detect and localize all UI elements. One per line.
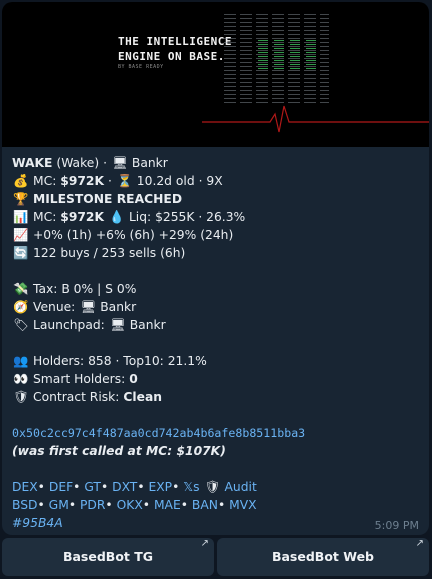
- compass-icon: 🧭: [13, 300, 29, 314]
- people-icon: 👥: [13, 354, 29, 368]
- link-gm[interactable]: GM: [49, 498, 69, 512]
- money-wings-icon: 💸: [13, 282, 29, 296]
- liquidity-text: Liq: $255K · 26.3%: [128, 210, 246, 224]
- message-text: WAKE (Wake) · 🖥 Bankr 💰 MC: $972K · ⏳ 10.2d…: [12, 154, 422, 532]
- link-dex[interactable]: DEX: [12, 480, 38, 494]
- link-gt[interactable]: GT: [84, 480, 101, 494]
- link-mvx[interactable]: MVX: [229, 498, 256, 512]
- trades-text: 122 buys / 253 sells (6h): [33, 246, 186, 260]
- holders-line: 👥 Holders: 858 · Top10: 21.1%: [12, 352, 422, 370]
- launchpad-value: Bankr: [129, 318, 166, 332]
- token-multiple: 9X: [206, 174, 223, 188]
- link-ban[interactable]: BAN: [192, 498, 218, 512]
- trades-line: 🔄 122 buys / 253 sells (6h): [12, 244, 422, 262]
- hourglass-icon: ⏳: [117, 174, 133, 188]
- links-row-2: BSD• GM• PDR• OKX• MAE• BAN• MVX: [12, 498, 257, 512]
- eyes-icon: 👀: [13, 372, 29, 386]
- token-name: WAKE: [12, 156, 53, 170]
- shield-icon: 🛡: [13, 390, 29, 404]
- stats-line: 📊 MC: $972K 💧 Liq: $255K · 26.3%: [13, 210, 246, 224]
- link-pdr[interactable]: PDR: [80, 498, 105, 512]
- price-change-text: +0% (1h) +6% (6h) +29% (24h): [33, 228, 234, 242]
- tax-line: 💸 Tax: B 0% | S 0%: [12, 280, 422, 298]
- risk-value: Clean: [123, 390, 163, 404]
- milestone-line: 🏆 MILESTONE REACHED: [12, 190, 422, 208]
- token-ticker: (Wake): [56, 156, 100, 170]
- link-audit[interactable]: Audit: [225, 480, 257, 494]
- link-exp[interactable]: EXP: [148, 480, 172, 494]
- shield-icon: 🛡: [204, 480, 221, 494]
- chart-up-icon: 📈: [13, 228, 29, 242]
- droplet-icon: 💧: [109, 210, 125, 224]
- money-bag-icon: 💰: [13, 174, 29, 188]
- venue-value: Bankr: [100, 300, 137, 314]
- heartbeat-graphic: [202, 105, 429, 133]
- hashtag-link[interactable]: #95B4A: [12, 514, 422, 532]
- launchpad-line: 🏷 Launchpad: 🖥 Bankr: [13, 318, 166, 332]
- link-okx[interactable]: OKX: [117, 498, 143, 512]
- change-line: 📈 +0% (1h) +6% (6h) +29% (24h): [12, 226, 422, 244]
- repeat-icon: 🔄: [13, 246, 29, 260]
- first-called-text: (was first called at MC: $107K): [12, 444, 226, 458]
- smart-holders-value: 0: [129, 372, 138, 386]
- tax-text: Tax: B 0% | S 0%: [33, 282, 137, 296]
- link-mae[interactable]: MAE: [154, 498, 181, 512]
- contract-address[interactable]: 0x50c2cc97c4f487aa0cd742ab4b6afe8b8511bb…: [12, 424, 422, 442]
- computer-icon: 🖥: [112, 156, 128, 170]
- basedbot-web-label: BasedBot Web: [271, 549, 375, 564]
- token-line: WAKE (Wake) · 🖥 Bankr: [12, 156, 168, 170]
- venue-line: 🧭 Venue: 🖥 Bankr: [13, 300, 137, 314]
- message-time: 5:09 PM: [374, 519, 419, 532]
- external-link-icon: ↗: [415, 538, 424, 549]
- banner-image[interactable]: THE INTELLIGENCE ENGINE ON BASE. BY BASE…: [2, 2, 429, 147]
- computer-icon: 🖥: [109, 318, 126, 332]
- message-bubble: THE INTELLIGENCE ENGINE ON BASE. BY BASE…: [2, 2, 429, 535]
- mc-line: 💰 MC: $972K · ⏳ 10.2d old · 9X: [13, 174, 223, 188]
- basedbot-tg-button[interactable]: ↗ BasedBot TG: [2, 538, 214, 576]
- external-link-icon: ↗: [200, 538, 209, 549]
- basedbot-web-button[interactable]: ↗ BasedBot Web: [217, 538, 429, 576]
- computer-icon: 🖥: [80, 300, 97, 314]
- stats-mc-value: $972K: [60, 210, 105, 224]
- trophy-icon: 🏆: [13, 192, 29, 206]
- link-bsd[interactable]: BSD: [12, 498, 38, 512]
- risk-line: 🛡 Contract Risk: Clean: [13, 390, 163, 404]
- bar-chart-icon: 📊: [13, 210, 29, 224]
- link-dxt[interactable]: DXT: [112, 480, 137, 494]
- mc-value: $972K: [60, 174, 105, 188]
- milestone-text: MILESTONE REACHED: [33, 192, 183, 206]
- holders-text: Holders: 858 · Top10: 21.1%: [33, 354, 207, 368]
- link-def[interactable]: DEF: [49, 480, 73, 494]
- label-tag-icon: 🏷: [13, 318, 29, 332]
- basedbot-tg-label: BasedBot TG: [62, 549, 154, 564]
- link-x-search[interactable]: 𝕏s: [183, 480, 199, 494]
- token-age: 10.2d old: [136, 174, 195, 188]
- smart-holders-line: 👀 Smart Holders: 0: [13, 372, 138, 386]
- token-platform: Bankr: [131, 156, 168, 170]
- links-row-1: DEX• DEF• GT• DXT• EXP• 𝕏s 🛡 Audit: [12, 480, 257, 494]
